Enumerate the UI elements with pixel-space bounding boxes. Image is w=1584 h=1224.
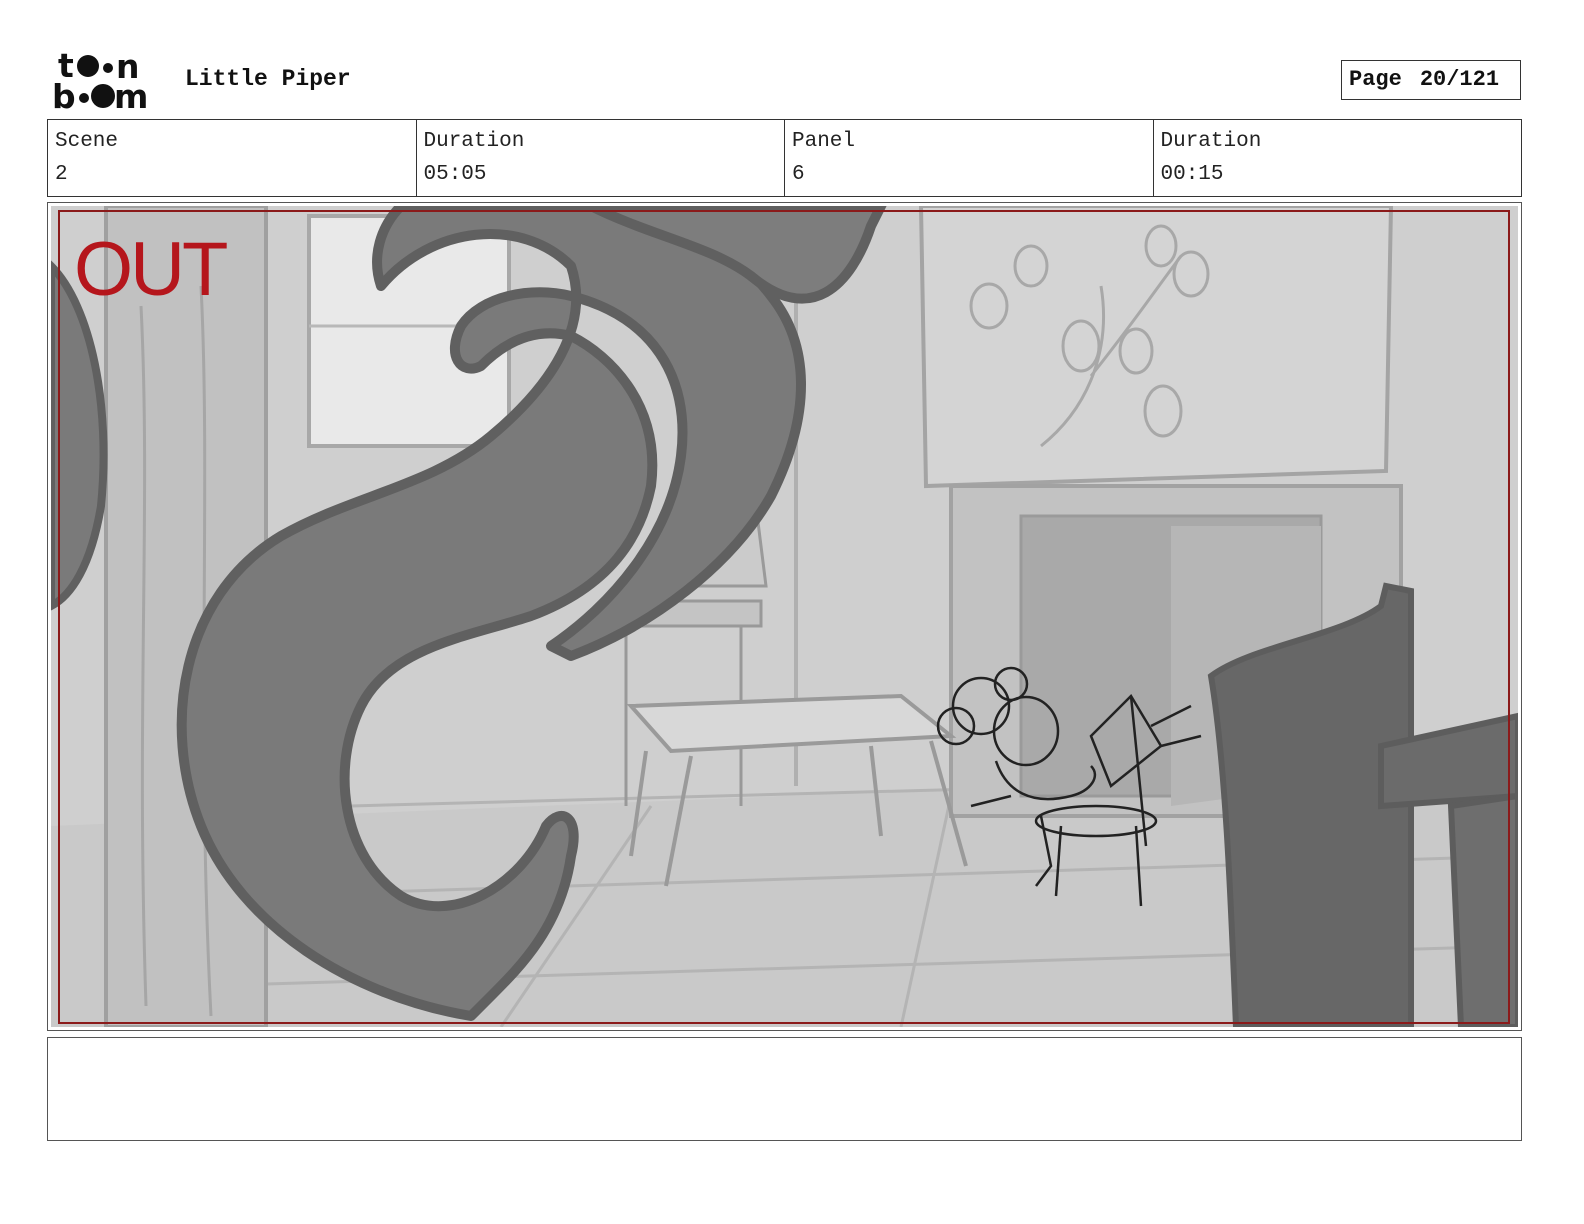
page-label: Page <box>1349 67 1402 92</box>
scene-label: Scene <box>55 130 119 153</box>
out-label: OUT <box>74 227 228 312</box>
panel-duration-cell: Duration 00:15 <box>1154 120 1522 196</box>
svg-text:m: m <box>114 77 148 112</box>
panel-duration-value: 00:15 <box>1160 163 1224 186</box>
toon-boom-logo: t n b m <box>52 50 164 112</box>
scene-cell: Scene 2 <box>48 120 417 196</box>
scene-duration-value: 05:05 <box>423 163 487 186</box>
panel-label: Panel <box>792 130 856 153</box>
panel-notes-box <box>47 1037 1522 1141</box>
scene-duration-label: Duration <box>423 130 525 153</box>
panel-duration-label: Duration <box>1160 130 1262 153</box>
panel-cell: Panel 6 <box>785 120 1154 196</box>
page-indicator: Page 20/121 <box>1341 60 1521 100</box>
scene-info-table: Scene 2 Duration 05:05 Panel 6 Duration … <box>47 119 1522 197</box>
project-title: Little Piper <box>185 66 351 92</box>
panel-value: 6 <box>792 163 805 186</box>
svg-text:b: b <box>52 77 76 112</box>
scene-value: 2 <box>55 163 68 186</box>
page-number: 20/121 <box>1419 67 1500 92</box>
scene-duration-cell: Duration 05:05 <box>417 120 785 196</box>
storyboard-panel-image <box>47 201 1521 1030</box>
